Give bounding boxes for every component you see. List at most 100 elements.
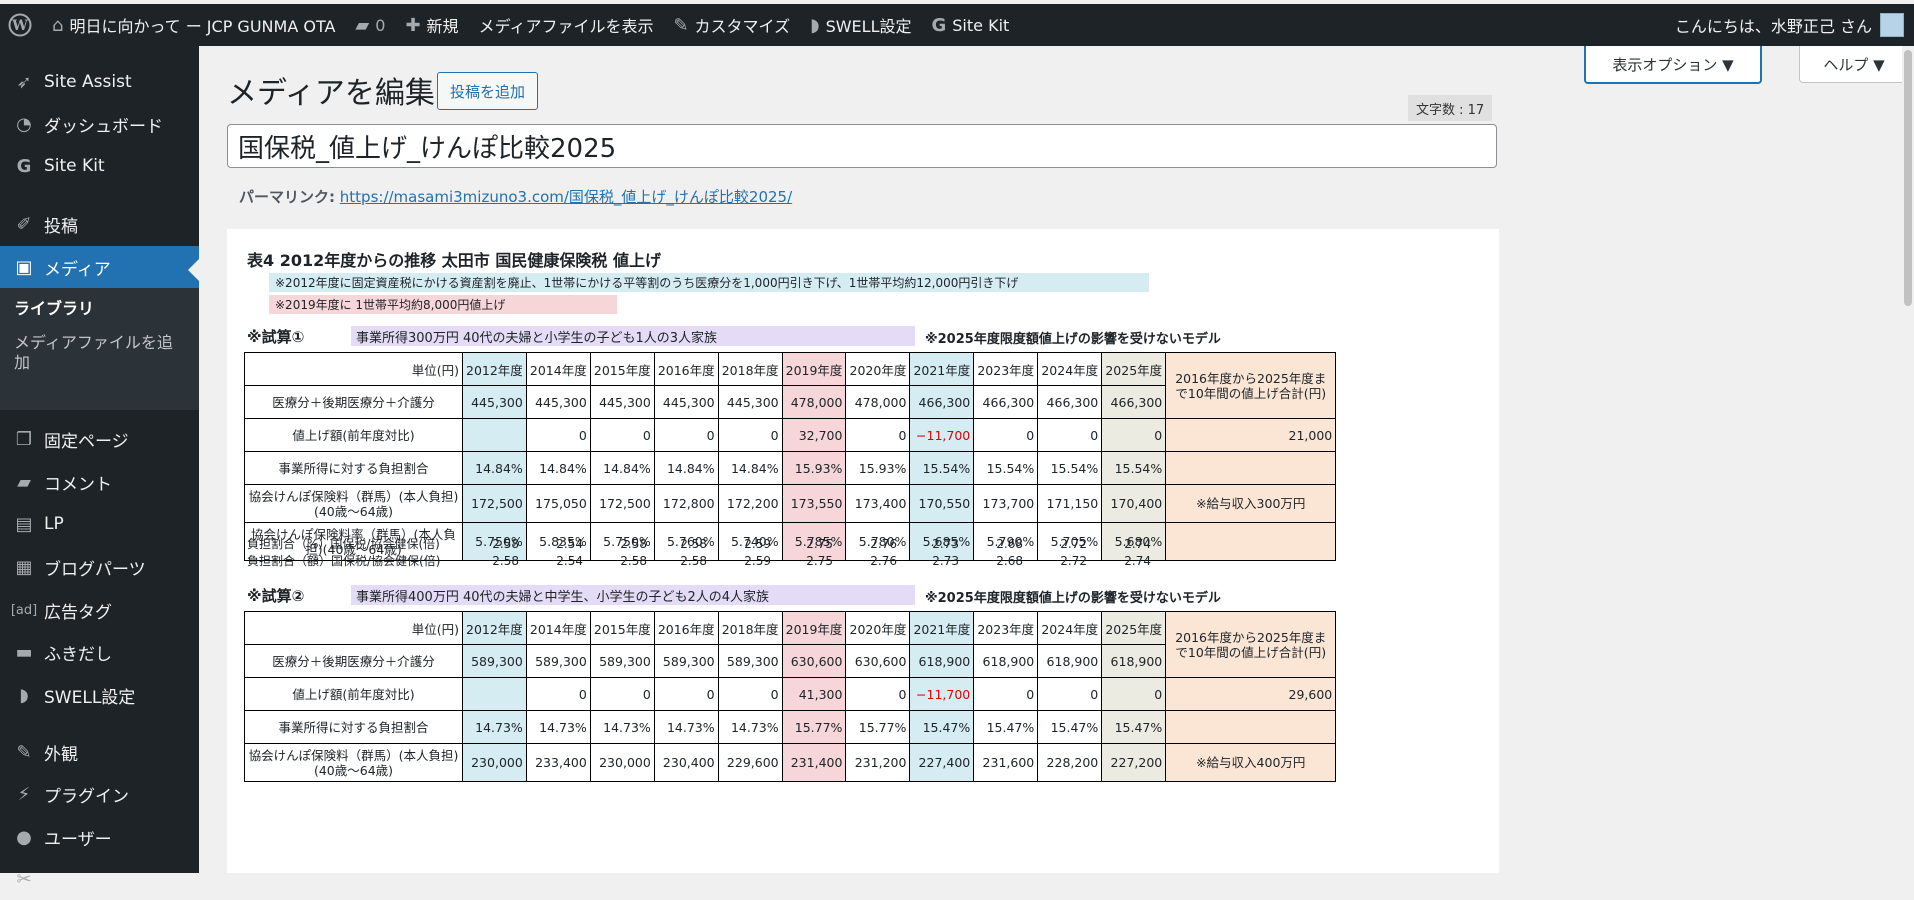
data-cell: 170,550: [909, 484, 975, 523]
submenu-add-media-line1[interactable]: メディアファイルを追: [14, 332, 173, 354]
unit-label-cell: 単位(円): [244, 352, 463, 386]
menu-ad-tags[interactable]: [ad] 広告タグ: [0, 589, 199, 631]
data-cell: 14.73%: [589, 710, 655, 744]
data-cell: 15.93%: [781, 451, 847, 485]
empty-total-cell: [1165, 522, 1337, 561]
menu-dashboard[interactable]: ◔ ダッシュボード: [0, 103, 199, 145]
scrollbar-thumb[interactable]: [1904, 50, 1912, 306]
ratio-cell: 2.74: [1124, 553, 1151, 568]
data-cell: 0: [845, 418, 911, 452]
data-cell: 0: [1101, 418, 1167, 452]
year-header-cell: 2019年度: [781, 611, 847, 645]
menu-blog-parts[interactable]: ▦ ブログパーツ: [0, 546, 199, 588]
year-header-cell: 2025年度: [1101, 611, 1167, 645]
ratio-cell: 2.74: [1124, 536, 1151, 551]
permalink-link[interactable]: https://masami3mizuno3.com/国保税_値上げ_けんぽ比較…: [340, 188, 792, 206]
customize-link[interactable]: ✎ カスタマイズ: [663, 4, 800, 46]
ratio-cell: 2.72: [1060, 553, 1087, 568]
data-cell: 173,700: [973, 484, 1039, 523]
data-cell: 0: [525, 418, 591, 452]
menu-users[interactable]: ● ユーザー: [0, 816, 199, 858]
data-cell: 0: [653, 677, 719, 711]
menu-appearance[interactable]: ✎ 外観: [0, 731, 199, 773]
data-cell: 445,300: [717, 385, 783, 419]
ratio-row: 負担割合（額）国保税/協会健保(倍) 2.58 2.54 2.58 2.58 2.59 2.…: [244, 552, 1154, 569]
data-cell: [462, 677, 527, 711]
increase-total-cell: 29,600: [1165, 677, 1337, 711]
data-cell: 229,600: [717, 743, 783, 782]
data-cell: 0: [525, 677, 591, 711]
menu-posts[interactable]: ✐ 投稿: [0, 203, 199, 245]
ratio-row: 負担割合（%）国保税/協会健保(倍) 2.58 2.54 2.58 2.58 2.59 2.…: [244, 535, 1154, 552]
data-cell: 589,300: [717, 644, 783, 678]
char-count: 文字数 : 17: [1408, 95, 1493, 121]
ratio-cell: 2.76: [870, 553, 897, 568]
data-cell: 228,200: [1037, 743, 1103, 782]
google-g-icon: G: [16, 155, 32, 177]
ratio-cell: 2.75: [806, 536, 833, 551]
ratio-cell: 2.58: [492, 553, 519, 568]
menu-tools[interactable]: ✂ ツール: [0, 858, 199, 900]
data-cell: 0: [717, 677, 783, 711]
menu-site-assist[interactable]: ➶ Site Assist: [0, 61, 199, 103]
menu-site-kit[interactable]: G Site Kit: [0, 145, 199, 187]
year-header-cell: 2016年度: [653, 352, 719, 386]
data-cell: 0: [589, 677, 655, 711]
submenu-add-media-line2[interactable]: 加: [14, 352, 30, 374]
row-label-cell: 医療分＋後期医療分＋介護分: [244, 385, 463, 419]
site-kit-link[interactable]: G Site Kit: [921, 4, 1019, 46]
data-cell: −11,700: [909, 418, 975, 452]
data-cell: 0: [973, 418, 1039, 452]
year-header-cell: 2014年度: [525, 352, 591, 386]
permalink: パーマリンク: https://masami3mizuno3.com/国保税_値…: [239, 186, 792, 207]
data-cell: 14.84%: [653, 451, 719, 485]
data-cell: 15.93%: [845, 451, 911, 485]
row-label-cell: 値上げ額(前年度対比): [244, 677, 463, 711]
trial1-ratio-table: 負担割合（%）国保税/協会健保(倍) 2.58 2.54 2.58 2.58 2.59 2.…: [244, 535, 1154, 569]
data-cell: 231,200: [845, 743, 911, 782]
year-header-cell: 2015年度: [589, 611, 655, 645]
data-cell: 173,400: [845, 484, 911, 523]
data-cell: 231,600: [973, 743, 1039, 782]
submenu-library[interactable]: ライブラリ: [14, 298, 94, 320]
menu-lp[interactable]: ▤ LP: [0, 503, 199, 545]
help-button[interactable]: ヘルプ ▼: [1799, 46, 1909, 83]
table-row: 協会けんぽ保険料（群馬）(本人負担)(40歳～64歳) 172,500 175,05…: [244, 484, 1337, 523]
page-scrollbar[interactable]: [1902, 46, 1914, 873]
view-media-link[interactable]: メディアファイルを表示: [469, 4, 664, 46]
swell-settings-link[interactable]: ◗ SWELL設定: [800, 4, 921, 46]
add-post-button[interactable]: 投稿を追加: [437, 72, 539, 110]
increase-total-cell: 21,000: [1165, 418, 1337, 452]
menu-media[interactable]: ▣ メディア: [0, 246, 199, 288]
title-input[interactable]: 国保税_値上げ_けんぽ比較2025: [227, 124, 1497, 168]
wordpress-logo-icon[interactable]: W: [0, 4, 42, 46]
year-header-cell: 2020年度: [845, 611, 911, 645]
ratio-label-cell: 負担割合（%）国保税/協会健保(倍): [247, 537, 440, 551]
data-cell: 630,600: [845, 644, 911, 678]
swell-icon: ◗: [810, 14, 820, 36]
menu-fukidashi[interactable]: ▬ ふきだし: [0, 631, 199, 673]
google-g-icon: G: [931, 14, 947, 36]
swell-icon: ◗: [19, 684, 29, 706]
data-cell: 618,900: [1037, 644, 1103, 678]
menu-swell-settings[interactable]: ◗ SWELL設定: [0, 674, 199, 716]
data-cell: 0: [973, 677, 1039, 711]
comments-link[interactable]: ▰ 0: [345, 4, 395, 46]
table-row: 値上げ額(前年度対比) 0 0 0 0 41,300 0 −11,700 0 0 0 29,600: [244, 677, 1337, 711]
data-cell: 618,900: [973, 644, 1039, 678]
menu-pages[interactable]: ❐ 固定ページ: [0, 418, 199, 460]
site-name-link[interactable]: ⌂ 明日に向かって ー JCP GUNMA OTA: [42, 4, 345, 46]
data-cell: −11,700: [909, 677, 975, 711]
trial1-note: ※2025年度限度額値上げの影響を受けないモデル: [925, 332, 1221, 347]
trial2-note: ※2025年度限度額値上げの影響を受けないモデル: [925, 591, 1221, 606]
new-content-link[interactable]: ✚ 新規: [395, 4, 468, 46]
table-row: 事業所得に対する負担割合 14.84% 14.84% 14.84% 14.84% 14.8…: [244, 451, 1337, 485]
menu-plugins[interactable]: ⚡ プラグイン: [0, 773, 199, 815]
my-account-link[interactable]: こんにちは、水野正己 さん: [1665, 4, 1914, 46]
data-cell: 14.73%: [653, 710, 719, 744]
ratio-label-cell: 負担割合（額）国保税/協会健保(倍): [247, 554, 441, 568]
dashboard-icon: ◔: [16, 113, 32, 135]
menu-comments[interactable]: ▰ コメント: [0, 461, 199, 503]
data-cell: 15.77%: [781, 710, 847, 744]
screen-options-button[interactable]: 表示オプション ▼: [1584, 46, 1762, 84]
